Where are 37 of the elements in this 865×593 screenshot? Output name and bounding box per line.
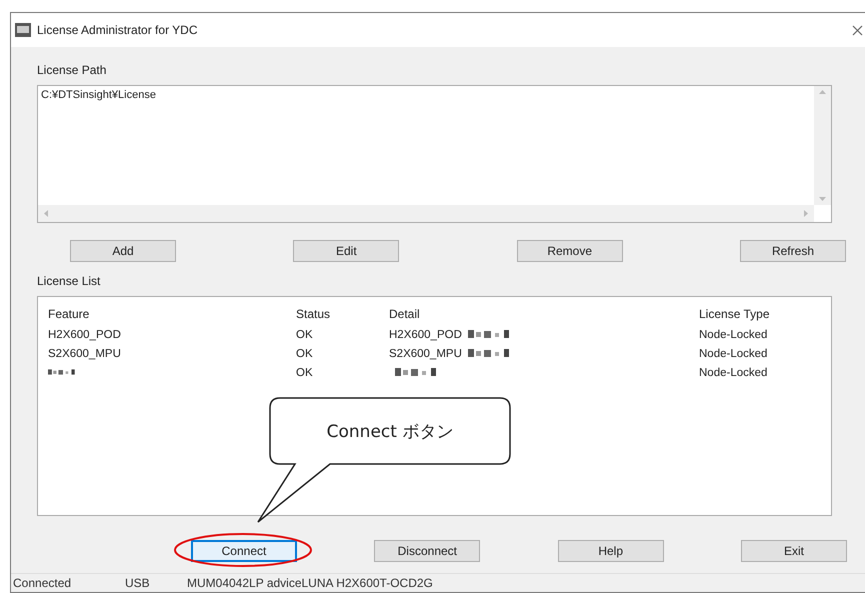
- status-text: Connected: [12, 576, 72, 590]
- action-button[interactable]: Help: [558, 540, 664, 562]
- scroll-left-icon[interactable]: [44, 210, 48, 217]
- app-icon: [15, 23, 31, 37]
- action-button[interactable]: Connect: [191, 540, 297, 562]
- callout-text: Connect ボタン: [326, 421, 454, 443]
- path-text: C:¥DTSinsight¥License: [41, 89, 156, 101]
- path-field[interactable]: C:¥DTSinsight¥License: [37, 85, 832, 223]
- window-title: License Administrator for YDC: [37, 23, 198, 37]
- scroll-right-icon[interactable]: [804, 210, 808, 217]
- action-button[interactable]: Disconnect: [374, 540, 480, 562]
- detail-cell: H2X600_POD: [389, 328, 462, 340]
- status-text: USB: [124, 576, 151, 590]
- column-header[interactable]: Feature: [48, 307, 296, 321]
- action-button[interactable]: Remove: [516, 240, 623, 262]
- type-cell: Node-Locked: [699, 328, 768, 340]
- column-header[interactable]: Status: [296, 307, 389, 321]
- status-text: MUM04042LP adviceLUNA H2X600T-OCD2G: [186, 576, 434, 590]
- type-cell: Node-Locked: [699, 366, 768, 378]
- action-button[interactable]: Add: [70, 240, 176, 262]
- detail-cell: S2X600_MPU: [389, 348, 462, 360]
- feature-cell: H2X600_POD: [48, 328, 121, 340]
- action-button[interactable]: Refresh: [740, 240, 846, 262]
- close-icon[interactable]: [852, 24, 863, 36]
- status-cell: OK: [296, 328, 313, 340]
- status-cell: OK: [296, 366, 313, 378]
- group-label: License Path: [37, 63, 106, 77]
- scroll-down-icon[interactable]: [819, 197, 826, 201]
- feature-cell: S2X600_MPU: [48, 348, 121, 360]
- scroll-up-icon[interactable]: [819, 90, 826, 94]
- column-header[interactable]: Detail: [389, 307, 699, 321]
- column-header[interactable]: License Type: [699, 307, 829, 321]
- type-cell: Node-Locked: [699, 348, 768, 360]
- action-button[interactable]: Exit: [740, 540, 847, 562]
- group-label: License List: [37, 274, 100, 288]
- status-cell: OK: [296, 348, 313, 360]
- action-button[interactable]: Edit: [293, 240, 400, 262]
